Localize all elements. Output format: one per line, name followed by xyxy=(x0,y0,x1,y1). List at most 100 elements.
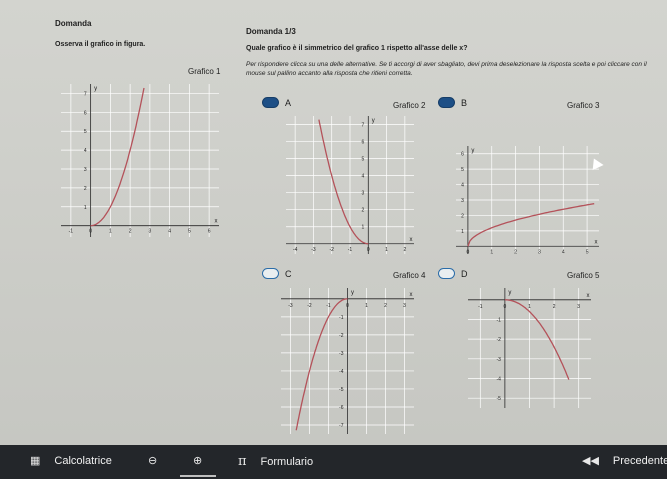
graph-1: -1 0 1 2 3 4 5 6 1 2 3 4 5 6 7 x y xyxy=(55,78,225,243)
y-tick-label: -1 xyxy=(339,315,344,321)
x-tick-label: 3 xyxy=(538,249,541,255)
answer-instructions: Per rispondere clicca su una delle alter… xyxy=(246,61,647,77)
pi-icon: π xyxy=(238,454,247,469)
y-tick-label: 4 xyxy=(362,174,365,180)
y-tick-label: 5 xyxy=(84,129,87,135)
x-tick-label: 4 xyxy=(562,249,565,255)
y-tick-label: 6 xyxy=(84,110,87,116)
y-tick-label: 5 xyxy=(461,167,464,173)
option-c-letter: C xyxy=(285,268,292,279)
x-tick-label: 5 xyxy=(188,229,191,235)
x-tick-label: -3 xyxy=(311,247,316,253)
y-tick-label: 1 xyxy=(362,225,365,231)
x-tick-label: 1 xyxy=(490,249,493,255)
option-b-radio[interactable] xyxy=(438,97,455,108)
function-curve xyxy=(467,203,595,247)
graph-3: 0 1 2 3 4 5 1 2 3 4 5 6 x y xyxy=(450,140,605,260)
function-curve xyxy=(504,299,570,380)
option-a-caption: Grafico 2 xyxy=(393,101,426,110)
y-tick-label: -3 xyxy=(339,351,344,357)
x-tick-label: 0 xyxy=(89,229,92,235)
zoom-indicator xyxy=(180,475,216,477)
y-tick-label: -2 xyxy=(496,337,501,343)
x-tick-label: -1 xyxy=(326,303,331,309)
y-tick-label: 3 xyxy=(461,198,464,204)
option-a-radio[interactable] xyxy=(262,97,279,108)
x-tick-label: 5 xyxy=(586,249,589,255)
x-tick-label: 3 xyxy=(403,303,406,309)
y-axis-label: y xyxy=(94,86,97,92)
x-tick-label: -4 xyxy=(293,247,298,253)
y-tick-label: -5 xyxy=(496,396,501,402)
y-tick-label: 4 xyxy=(461,183,464,189)
question-title: Domanda xyxy=(55,19,92,28)
y-tick-label: 7 xyxy=(362,123,365,129)
x-tick-label: -1 xyxy=(478,304,483,310)
question-counter: Domanda 1/3 xyxy=(246,27,296,36)
option-d[interactable]: D xyxy=(438,268,468,279)
y-axis-label: y xyxy=(351,290,354,296)
option-b-caption: Grafico 3 xyxy=(567,101,600,110)
y-axis-label: y xyxy=(471,148,474,154)
y-axis-label: y xyxy=(508,290,511,296)
y-tick-label: 2 xyxy=(461,213,464,219)
x-tick-label: 1 xyxy=(385,247,388,253)
x-tick-label: 3 xyxy=(577,304,580,310)
formulary-button[interactable]: π Formulario xyxy=(238,454,313,469)
x-tick-label: -3 xyxy=(288,303,293,309)
option-c[interactable]: C xyxy=(262,268,292,279)
zoom-out-button[interactable]: ⊖ xyxy=(148,454,157,467)
zoom-in-button[interactable]: ⊕ xyxy=(193,454,202,467)
x-tick-label: -1 xyxy=(348,247,353,253)
x-axis-label: x xyxy=(587,293,590,299)
x-tick-label: 2 xyxy=(403,247,406,253)
x-axis-label: x xyxy=(595,239,598,245)
option-c-radio[interactable] xyxy=(262,268,279,279)
zoom-in-icon: ⊕ xyxy=(193,455,203,467)
x-tick-label: 6 xyxy=(208,229,211,235)
y-tick-label: 2 xyxy=(362,208,365,214)
y-tick-label: -7 xyxy=(339,423,344,429)
y-tick-label: -1 xyxy=(496,317,501,323)
x-tick-label: 2 xyxy=(553,304,556,310)
option-d-caption: Grafico 5 xyxy=(567,271,600,280)
x-tick-label: 0 xyxy=(467,249,470,255)
option-b-letter: B xyxy=(461,97,468,108)
y-tick-label: -4 xyxy=(339,369,344,375)
bottom-toolbar: ▦ Calcolatrice ⊖ ⊕ π Formulario ◀◀ Prece… xyxy=(0,445,667,479)
option-d-radio[interactable] xyxy=(438,268,455,279)
x-tick-label: -1 xyxy=(69,229,74,235)
previous-button[interactable]: ◀◀ Precedente xyxy=(582,454,667,468)
y-tick-label: -3 xyxy=(496,357,501,363)
question-page: Domanda Osserva il grafico in figura. Gr… xyxy=(0,0,667,445)
graph-4: -3 -2 -1 0 1 2 3 -1 -2 -3 -4 -5 -6 -7 x y xyxy=(275,282,420,440)
calculator-button[interactable]: ▦ Calcolatrice xyxy=(30,454,112,468)
x-tick-label: 0 xyxy=(367,247,370,253)
y-tick-label: 1 xyxy=(461,229,464,235)
graph-2: -4 -3 -2 -1 0 1 2 1 2 3 4 5 6 7 x y xyxy=(280,110,420,260)
x-tick-label: 0 xyxy=(346,303,349,309)
graph1-caption: Grafico 1 xyxy=(188,67,221,76)
x-tick-label: 2 xyxy=(384,303,387,309)
y-tick-label: 3 xyxy=(362,191,365,197)
previous-label: Precedente xyxy=(612,454,667,467)
zoom-out-icon: ⊖ xyxy=(148,455,158,467)
formulary-label: Formulario xyxy=(260,455,314,468)
x-axis-label: x xyxy=(410,237,413,243)
y-tick-label: -6 xyxy=(339,405,344,411)
option-d-letter: D xyxy=(461,268,468,279)
x-tick-label: 3 xyxy=(148,229,151,235)
y-tick-label: -2 xyxy=(339,333,344,339)
option-b[interactable]: B xyxy=(438,97,467,108)
y-tick-label: 3 xyxy=(84,167,87,173)
x-tick-label: 4 xyxy=(168,229,171,235)
y-tick-label: 6 xyxy=(461,152,464,158)
graph-5: -1 0 1 2 3 -1 -2 -3 -4 -5 x y xyxy=(462,282,597,414)
y-tick-label: 5 xyxy=(362,157,365,163)
option-a[interactable]: A xyxy=(262,97,291,108)
y-tick-label: -5 xyxy=(339,387,344,393)
y-tick-label: -4 xyxy=(496,376,501,382)
y-tick-label: 4 xyxy=(84,148,87,154)
rewind-icon: ◀◀ xyxy=(582,455,599,467)
x-tick-label: 2 xyxy=(129,229,132,235)
